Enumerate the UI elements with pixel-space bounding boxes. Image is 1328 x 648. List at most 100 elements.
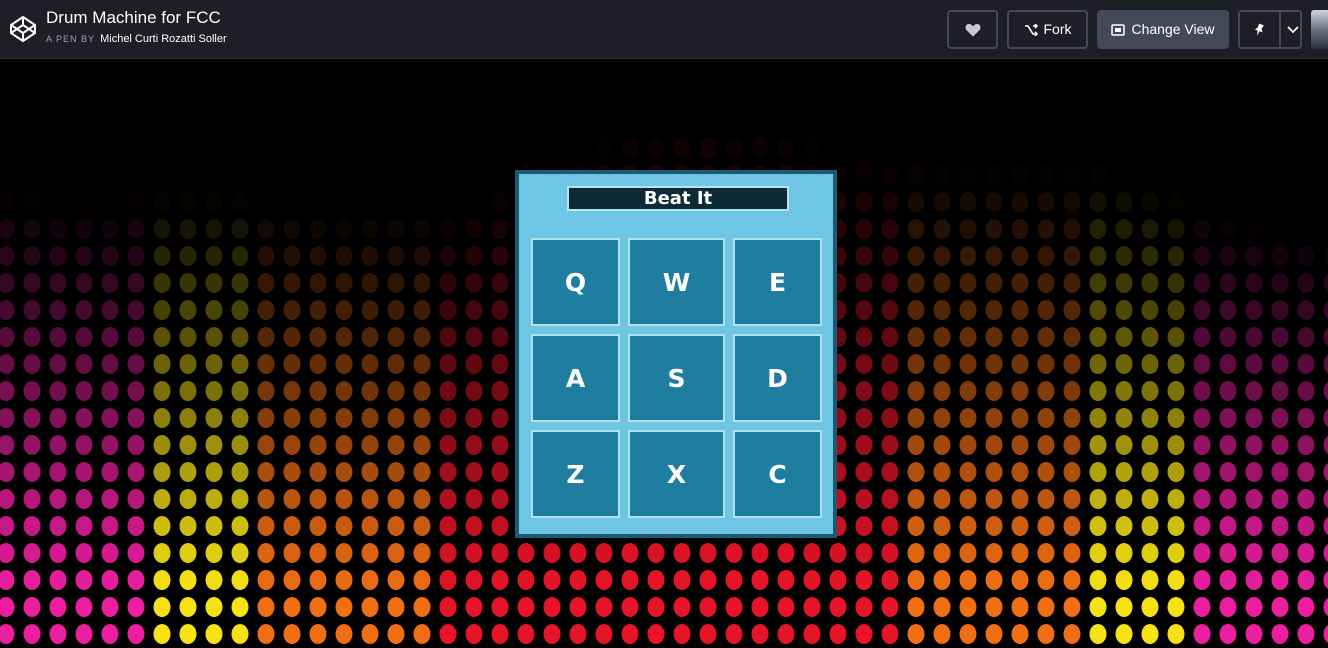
author-link[interactable]: Michel Curti Rozatti Soller <box>100 33 227 45</box>
wave-dot <box>1245 462 1263 482</box>
wave-dot <box>179 543 197 563</box>
wave-dot <box>205 408 223 428</box>
wave-dot <box>1011 273 1029 293</box>
wave-dot <box>335 219 353 239</box>
wave-dot <box>1219 597 1237 617</box>
wave-dot <box>49 327 67 347</box>
byline-prefix: A PEN BY <box>46 34 96 44</box>
drum-pad-q[interactable]: Q <box>531 238 620 326</box>
wave-dot <box>1323 625 1328 643</box>
wave-dot <box>1271 462 1289 482</box>
wave-dot <box>361 597 379 617</box>
wave-dot <box>908 111 925 131</box>
wave-dot <box>413 435 431 455</box>
wave-dot <box>1089 327 1107 347</box>
fork-button[interactable]: Fork <box>1007 10 1088 49</box>
wave-dot <box>257 273 275 293</box>
chevron-down-icon[interactable] <box>1286 12 1300 47</box>
wave-dot <box>0 462 15 482</box>
wave-dot <box>959 624 977 644</box>
wave-dot <box>986 165 1003 185</box>
wave-dot <box>1323 382 1328 400</box>
drum-pad-d[interactable]: D <box>733 334 822 422</box>
wave-dot <box>959 246 977 266</box>
drum-pad-x[interactable]: X <box>628 430 725 518</box>
wave-dot <box>752 111 769 131</box>
wave-dot <box>283 300 301 320</box>
wave-dot <box>1245 543 1263 563</box>
wave-dot <box>23 597 41 617</box>
wave-dot <box>1090 165 1107 185</box>
wave-dot <box>1245 381 1263 401</box>
wave-dot <box>959 219 977 239</box>
wave-dot <box>1245 300 1263 320</box>
wave-dot <box>465 300 483 320</box>
user-avatar[interactable] <box>1311 10 1328 49</box>
wave-dot <box>907 543 925 563</box>
wave-dot <box>778 84 795 104</box>
wave-dot <box>933 543 951 563</box>
wave-dot <box>1011 192 1029 212</box>
wave-dot <box>1141 246 1159 266</box>
wave-dot <box>699 624 717 644</box>
wave-dot <box>257 381 275 401</box>
drum-pad-a[interactable]: A <box>531 334 620 422</box>
wave-dot <box>1063 570 1081 590</box>
wave-dot <box>855 435 873 455</box>
wave-dot <box>153 516 171 536</box>
wave-dot <box>1011 354 1029 374</box>
wave-dot <box>257 624 275 644</box>
drum-pad-e[interactable]: E <box>733 238 822 326</box>
wave-dot <box>75 624 93 644</box>
pen-title[interactable]: Drum Machine for FCC <box>46 7 227 29</box>
wave-dot <box>1011 489 1029 509</box>
wave-dot <box>907 327 925 347</box>
wave-dot <box>127 462 145 482</box>
wave-dot <box>231 489 249 509</box>
wave-dot <box>1167 624 1185 644</box>
wave-dot <box>413 300 431 320</box>
pen-info: Drum Machine for FCC A PEN BY Michel Cur… <box>46 7 227 46</box>
wave-dot <box>491 408 509 428</box>
love-button[interactable] <box>947 10 998 49</box>
wave-dot <box>231 435 249 455</box>
wave-dot <box>1298 192 1315 212</box>
wave-dot <box>933 408 951 428</box>
wave-dot <box>231 300 249 320</box>
wave-dot <box>1272 192 1289 212</box>
drum-pad-z[interactable]: Z <box>531 430 620 518</box>
wave-dot <box>465 354 483 374</box>
wave-dot <box>309 246 327 266</box>
wave-dot <box>49 516 67 536</box>
wave-dot <box>439 435 457 455</box>
wave-dot <box>465 327 483 347</box>
wave-dot <box>544 111 561 131</box>
drum-pad-c[interactable]: C <box>733 430 822 518</box>
wave-dot <box>101 624 119 644</box>
wave-dot <box>491 246 509 266</box>
wave-dot <box>465 246 483 266</box>
wave-dot <box>1063 300 1081 320</box>
wave-dot <box>907 381 925 401</box>
wave-dot <box>752 84 769 104</box>
wave-dot <box>1245 489 1263 509</box>
wave-dot <box>595 597 613 617</box>
wave-dot <box>231 543 249 563</box>
drum-pad-w[interactable]: W <box>628 238 725 326</box>
codepen-logo-icon[interactable] <box>9 15 37 43</box>
wave-dot <box>1271 381 1289 401</box>
wave-dot <box>205 597 223 617</box>
wave-dot <box>777 138 795 158</box>
wave-dot <box>1219 219 1237 239</box>
wave-dot <box>1141 300 1159 320</box>
drum-pad-s[interactable]: S <box>628 334 725 422</box>
wave-dot <box>465 624 483 644</box>
change-view-button[interactable]: Change View <box>1097 10 1229 49</box>
pin-button[interactable] <box>1238 10 1302 49</box>
wave-dot <box>413 489 431 509</box>
wave-dot <box>1115 516 1133 536</box>
wave-dot <box>1011 462 1029 482</box>
wave-dot <box>907 246 925 266</box>
wave-dot <box>1011 408 1029 428</box>
wave-dot <box>1063 246 1081 266</box>
